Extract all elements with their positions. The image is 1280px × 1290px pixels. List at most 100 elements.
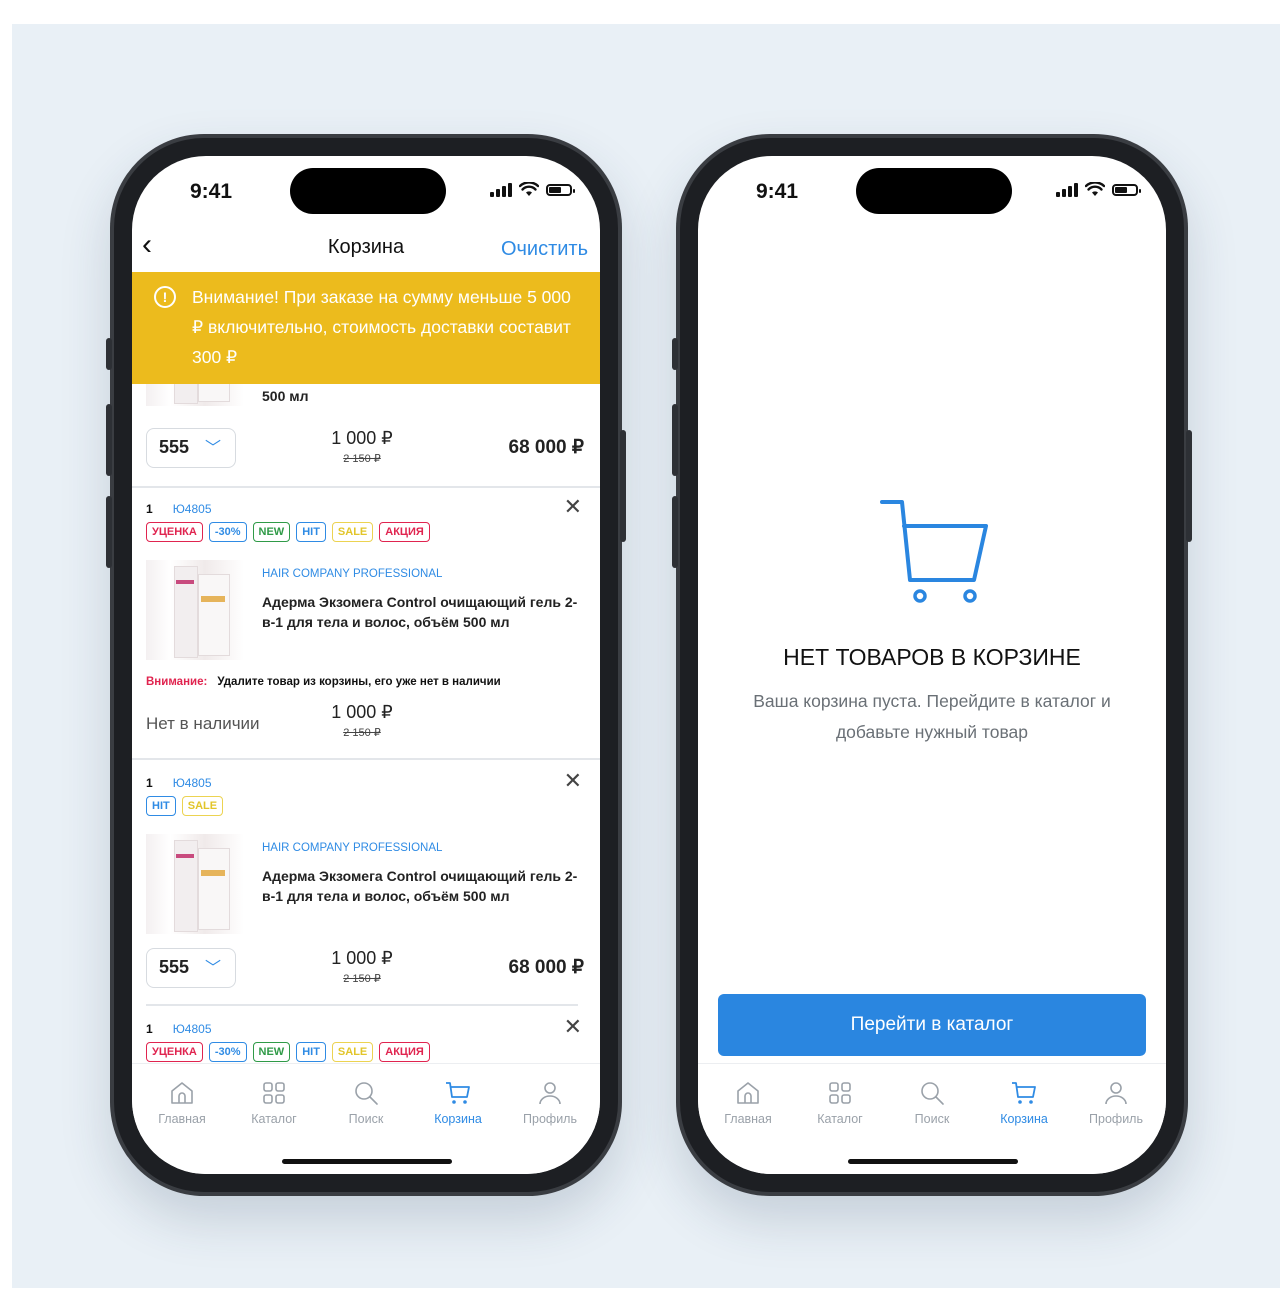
old-price: 2 150 ₽ [343,973,381,985]
wifi-icon [519,182,539,196]
divider [146,1004,578,1006]
tab-label: Профиль [1089,1112,1143,1126]
badge-row: УЦЕНКА -30% NEW HIT SALE АКЦИЯ [146,1042,430,1062]
item-code: Ю4805 [172,776,212,790]
total-price: 68 000 ₽ [508,437,584,458]
out-of-stock-alert: Внимание: Удалите товар из корзины, его у… [146,676,501,688]
volume-down-button [672,496,678,568]
volume-down-button [106,496,112,568]
item-sku: 1 Ю4805 [146,502,212,516]
tab-label: Профиль [523,1112,577,1126]
cart-screen: 9:41 ‹ Корзина Очистить ! Внимание! При … [132,156,600,1174]
warning-text: Внимание! При заказе на сумму меньше 5 0… [192,287,571,367]
item-code: Ю4805 [172,502,212,516]
battery-icon [546,183,575,196]
price: 1 000 ₽ [331,948,393,968]
go-to-catalog-button[interactable]: Перейти в каталог [718,994,1146,1056]
volume-up-button [106,404,112,476]
product-name[interactable]: Адерма Экзомега Control очищающий гель 2… [262,866,582,906]
item-code: Ю4805 [172,1022,212,1036]
tab-catalog[interactable]: Каталог [234,1076,314,1126]
cart-icon [1012,1082,1036,1104]
tab-label: Главная [158,1112,206,1126]
tab-cart[interactable]: Корзина [418,1076,498,1126]
quantity-select[interactable]: 555 ﹀ [146,428,236,468]
signal-icon [1056,182,1078,197]
tab-label: Главная [724,1112,772,1126]
chevron-down-icon: ﹀ [205,440,222,457]
product-brand[interactable]: HAIR COMPANY PROFESSIONAL [262,568,442,580]
product-name[interactable]: Адерма Экзомега Control очищающий гель 2… [262,592,582,632]
badge-new: NEW [252,522,291,542]
product-image [146,560,244,660]
volume-up-button [672,404,678,476]
quantity-value: 555 [159,437,190,457]
dynamic-island [856,168,1012,214]
total-price: 68 000 ₽ [508,957,584,978]
cart-list[interactable]: 500 мл 555 ﹀ 1 000 ₽ 2 150 ₽ 68 000 ₽ 1 Ю… [132,384,600,1064]
chevron-down-icon: ﹀ [205,960,222,977]
price: 1 000 ₽ [331,428,393,448]
home-indicator [282,1159,452,1164]
tab-search[interactable]: Поиск [892,1076,972,1126]
badge-promo: АКЦИЯ [379,522,430,542]
alert-text: Удалите товар из корзины, его уже нет в … [217,676,501,688]
grid-icon [829,1082,851,1104]
tab-catalog[interactable]: Каталог [800,1076,880,1126]
delivery-warning-banner: ! Внимание! При заказе на сумму меньше 5… [132,272,600,384]
tab-profile[interactable]: Профиль [510,1076,590,1126]
wifi-icon [1085,182,1105,196]
tab-label: Поиск [914,1112,950,1126]
clear-cart-button[interactable]: Очистить [501,238,588,261]
old-price: 2 150 ₽ [343,453,381,465]
status-icons [490,182,575,197]
profile-icon [1105,1082,1127,1105]
product-image [146,834,244,934]
badge-sale: SALE [331,1042,374,1062]
dynamic-island [290,168,446,214]
badge-discount: -30% [208,1042,247,1062]
tab-label: Корзина [434,1112,482,1126]
mute-button [106,338,112,370]
badge-sale: SALE [181,796,224,816]
cart-header: ‹ Корзина Очистить [132,224,600,272]
status-time: 9:41 [756,180,799,203]
power-button [620,430,626,542]
product-image [146,384,244,406]
remove-item-icon[interactable]: ✕ [564,494,582,520]
tab-bar: Главная Каталог Поиск Корзина Профиль [132,1063,600,1174]
badge-row: HIT SALE [146,796,224,816]
home-indicator [848,1159,1018,1164]
phone-cart: 9:41 ‹ Корзина Очистить ! Внимание! При … [106,134,626,1196]
stock-status: Нет в наличии [146,714,260,733]
empty-description: Ваша корзина пуста. Перейдите в каталог … [753,691,1111,742]
mute-button [672,338,678,370]
divider [132,758,600,760]
empty-cart-icon [880,500,988,603]
grid-icon [263,1082,285,1104]
old-price: 2 150 ₽ [343,727,381,739]
badge-new: NEW [252,1042,291,1062]
tab-home[interactable]: Главная [142,1076,222,1126]
tab-label: Каталог [817,1112,863,1126]
empty-title: НЕТ ТОВАРОВ В КОРЗИНЕ [783,644,1081,670]
status-icons [1056,182,1141,197]
power-button [1186,430,1192,542]
product-volume: 500 мл [262,388,309,404]
badge-hit: HIT [146,796,176,816]
status-bar: 9:41 [132,156,600,216]
status-bar: 9:41 [698,156,1166,216]
phone-empty-cart: 9:41 НЕТ ТОВАРОВ В КОРЗИНЕ Ваша корзина … [672,134,1192,1196]
tab-search[interactable]: Поиск [326,1076,406,1126]
tab-bar: Главная Каталог Поиск Корзина Профиль [698,1063,1166,1174]
quantity-select[interactable]: 555 ﹀ [146,948,236,988]
product-brand[interactable]: HAIR COMPANY PROFESSIONAL [262,842,442,854]
item-number: 1 [146,776,153,790]
tab-profile[interactable]: Профиль [1076,1076,1156,1126]
tab-home[interactable]: Главная [708,1076,788,1126]
tab-cart[interactable]: Корзина [984,1076,1064,1126]
tab-label: Каталог [251,1112,297,1126]
remove-item-icon[interactable]: ✕ [564,768,582,794]
empty-cart-screen: 9:41 НЕТ ТОВАРОВ В КОРЗИНЕ Ваша корзина … [698,156,1166,1174]
remove-item-icon[interactable]: ✕ [564,1014,582,1040]
